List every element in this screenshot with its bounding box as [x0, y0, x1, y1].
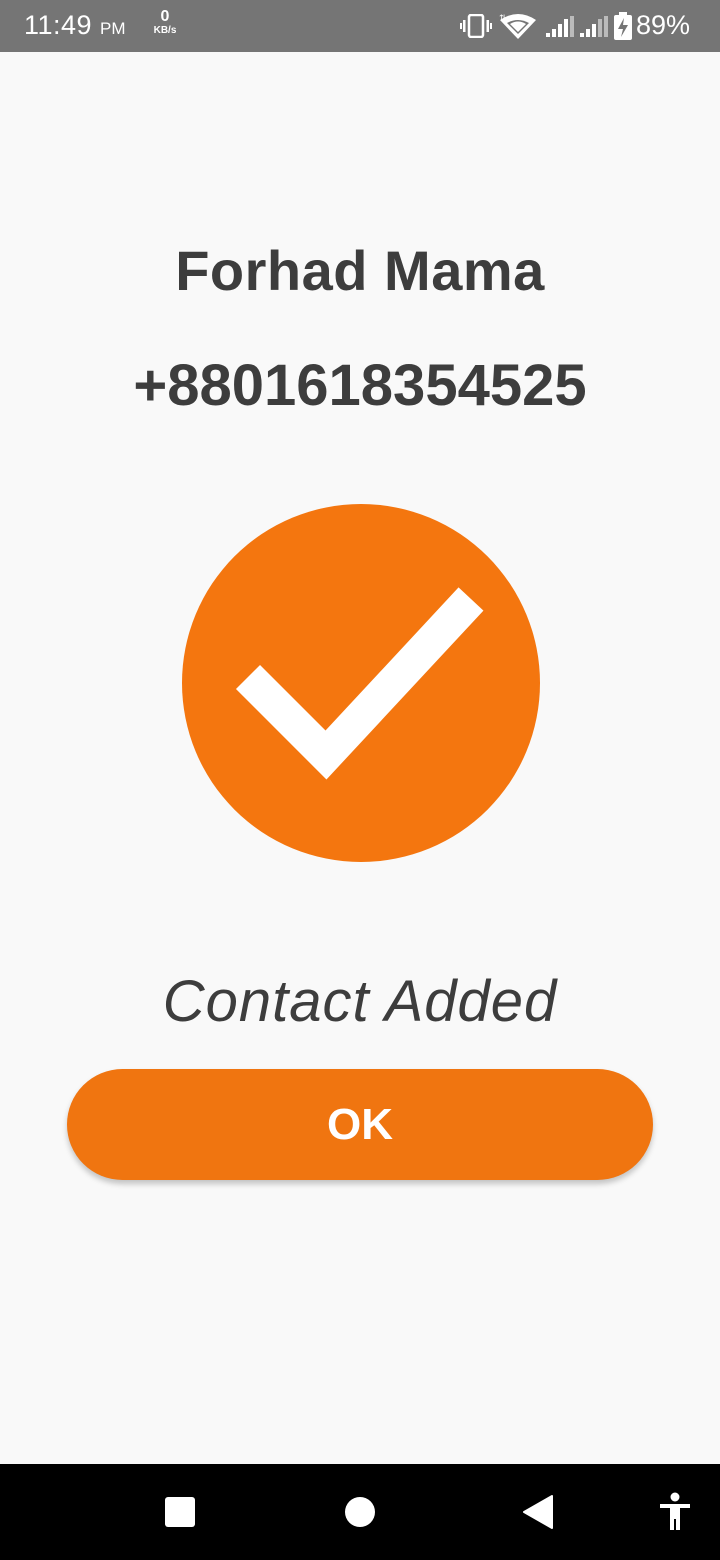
status-bar: 11:49 PM 0 KB/s ⇅ 89%	[0, 0, 720, 52]
network-speed-value: 0	[160, 8, 170, 25]
signal-icon	[546, 16, 574, 37]
accessibility-icon[interactable]	[658, 1492, 692, 1532]
check-circle-icon	[182, 504, 540, 862]
back-icon[interactable]	[522, 1494, 554, 1530]
battery-percent: 89%	[636, 10, 691, 40]
signal-icon	[580, 16, 608, 37]
svg-text:⇅: ⇅	[499, 13, 507, 23]
vibrate-icon	[460, 14, 492, 38]
contact-name: Forhad Mama	[175, 239, 545, 302]
battery-charging-icon	[614, 12, 632, 40]
home-icon[interactable]	[344, 1496, 376, 1528]
status-message: Contact Added	[162, 969, 558, 1034]
contact-phone: +8801618354525	[133, 353, 587, 418]
wifi-icon: ⇅	[499, 13, 536, 39]
network-speed: 0 KB/s	[148, 9, 182, 37]
recents-icon[interactable]	[164, 1496, 196, 1528]
network-speed-unit: KB/s	[153, 25, 177, 36]
navigation-bar	[0, 1464, 720, 1560]
status-time: 11:49	[24, 10, 93, 40]
status-ampm: PM	[100, 19, 126, 38]
ok-button[interactable]: OK	[67, 1069, 653, 1180]
